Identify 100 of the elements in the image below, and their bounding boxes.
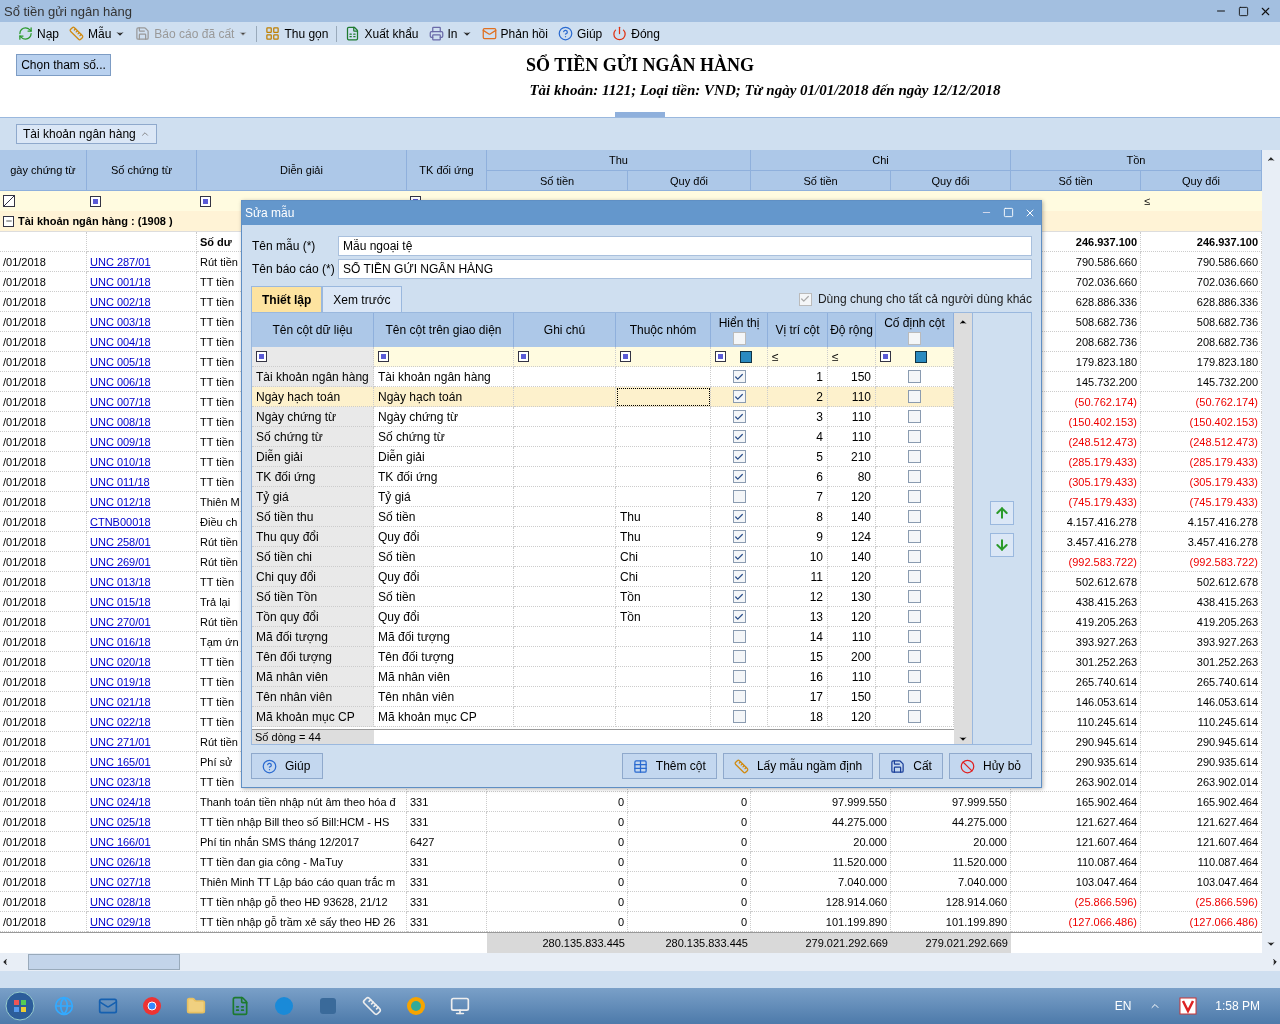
checkbox[interactable] xyxy=(908,390,921,404)
checkbox[interactable] xyxy=(732,470,746,484)
table-row[interactable]: Số tiền chi Số tiền Chi 10 140 xyxy=(252,547,954,568)
column-header[interactable]: Tên cột dữ liệu xyxy=(272,323,353,338)
voucher-link[interactable]: UNC 271/01 xyxy=(90,735,151,748)
vertical-scrollbar[interactable] xyxy=(954,313,972,744)
toolbar-button[interactable]: Giúp xyxy=(553,25,607,42)
table-row[interactable]: Ngày hạch toán Ngày hạch toán 2 110 xyxy=(252,387,954,408)
voucher-link[interactable]: UNC 002/18 xyxy=(90,295,151,308)
checkbox[interactable] xyxy=(732,590,746,604)
column-header[interactable]: Hiển thị xyxy=(718,315,760,330)
vertical-scrollbar[interactable] xyxy=(1262,150,1280,953)
scroll-right-icon[interactable] xyxy=(1270,957,1280,967)
checkbox[interactable] xyxy=(908,331,921,345)
voucher-link[interactable]: UNC 012/18 xyxy=(90,495,151,508)
checkbox[interactable] xyxy=(908,550,921,564)
voucher-link[interactable]: UNC 003/18 xyxy=(90,315,151,328)
filter-operator[interactable]: ≤ xyxy=(1144,195,1151,207)
voucher-link[interactable]: UNC 165/01 xyxy=(90,755,151,768)
voucher-link[interactable]: UNC 028/18 xyxy=(90,895,151,908)
table-row[interactable]: Tên nhân viên Tên nhân viên 17 150 xyxy=(252,687,954,708)
spreadsheet-icon[interactable] xyxy=(230,996,250,1016)
voucher-link[interactable]: UNC 287/01 xyxy=(90,255,151,268)
table-row[interactable]: Số chứng từ Số chứng từ 4 110 xyxy=(252,427,954,448)
checkbox[interactable] xyxy=(732,530,746,544)
voucher-link[interactable]: UNC 020/18 xyxy=(90,655,151,668)
toolbar-button[interactable]: In xyxy=(424,25,476,42)
toolbar-button[interactable]: Mẫu xyxy=(65,25,130,42)
table-row[interactable]: Mã nhân viên Mã nhân viên 16 110 xyxy=(252,667,954,688)
dialog-button[interactable]: Hủy bỏ xyxy=(948,753,1032,779)
voucher-link[interactable]: UNC 005/18 xyxy=(90,355,151,368)
checkbox[interactable] xyxy=(908,450,921,464)
checkbox[interactable] xyxy=(732,410,746,424)
checkbox[interactable] xyxy=(908,710,921,724)
voucher-link[interactable]: UNC 258/01 xyxy=(90,535,151,548)
clear-filter-icon[interactable] xyxy=(3,195,15,207)
checkbox[interactable] xyxy=(908,430,921,444)
dialog-button[interactable]: Giúp xyxy=(251,753,323,779)
voucher-link[interactable]: UNC 019/18 xyxy=(90,675,151,688)
voucher-link[interactable]: UNC 269/01 xyxy=(90,555,151,568)
scroll-left-icon[interactable] xyxy=(0,957,10,967)
move-down-button[interactable] xyxy=(990,532,1014,557)
input-field[interactable]: Mẫu ngoại tệ xyxy=(338,235,1032,256)
voucher-link[interactable]: UNC 013/18 xyxy=(90,575,151,588)
toggle-icon[interactable] xyxy=(915,350,927,363)
checkbox[interactable] xyxy=(732,670,746,684)
tab[interactable]: Xem trước xyxy=(322,286,402,313)
folder-icon[interactable] xyxy=(186,996,206,1016)
checkbox[interactable] xyxy=(908,690,921,704)
checkbox[interactable] xyxy=(908,630,921,644)
voucher-link[interactable]: UNC 022/18 xyxy=(90,715,151,728)
voucher-link[interactable]: UNC 008/18 xyxy=(90,415,151,428)
table-row[interactable]: Diễn giải Diễn giải 5 210 xyxy=(252,447,954,468)
voucher-link[interactable]: UNC 025/18 xyxy=(90,815,151,828)
checkbox[interactable] xyxy=(732,570,746,584)
table-row[interactable]: Tài khoản ngân hàng Tài khoản ngân hàng 1 150 xyxy=(252,367,954,388)
scrollbar-thumb[interactable] xyxy=(28,954,180,970)
voucher-link[interactable]: UNC 010/18 xyxy=(90,455,151,468)
filter-operator[interactable]: ≤ xyxy=(772,349,779,364)
checkbox[interactable] xyxy=(908,470,921,484)
window-icon[interactable] xyxy=(450,996,470,1016)
checkbox[interactable] xyxy=(908,410,921,424)
parameters-button[interactable]: Chọn tham số... xyxy=(16,54,111,76)
checkbox[interactable] xyxy=(732,550,746,564)
checkbox[interactable] xyxy=(732,650,746,664)
checkbox[interactable] xyxy=(732,610,746,624)
voucher-link[interactable]: UNC 023/18 xyxy=(90,775,151,788)
column-header[interactable]: Độ rộng xyxy=(830,323,873,338)
voucher-link[interactable]: CTNB00018 xyxy=(90,515,151,528)
voucher-link[interactable]: UNC 270/01 xyxy=(90,615,151,628)
filter-icon[interactable] xyxy=(200,195,211,207)
checkbox[interactable] xyxy=(908,510,921,524)
maximize-icon[interactable] xyxy=(1002,207,1014,219)
filter-icon[interactable] xyxy=(518,351,529,363)
restore-icon[interactable] xyxy=(1237,5,1249,17)
voucher-link[interactable]: UNC 007/18 xyxy=(90,395,151,408)
group-chip[interactable]: Tài khoản ngân hàng xyxy=(16,124,157,144)
checkbox[interactable] xyxy=(732,630,746,644)
dialog-button[interactable]: Thêm cột xyxy=(621,753,717,779)
column-header[interactable]: Tên cột trên giao diện xyxy=(385,323,502,338)
app-icon[interactable] xyxy=(406,996,426,1016)
checkbox[interactable] xyxy=(908,490,921,504)
filter-icon[interactable] xyxy=(90,195,101,207)
column-header[interactable]: Ghi chú xyxy=(543,323,586,338)
voucher-link[interactable]: UNC 166/01 xyxy=(90,835,151,848)
input-field[interactable]: SỔ TIỀN GỬI NGÂN HÀNG xyxy=(338,259,1032,280)
table-row[interactable]: Tồn quy đổi Quy đổi Tồn 13 120 xyxy=(252,607,954,628)
voucher-link[interactable]: UNC 001/18 xyxy=(90,275,151,288)
table-row[interactable]: TK đối ứng TK đối ứng 6 80 xyxy=(252,467,954,488)
checkbox[interactable] xyxy=(908,530,921,544)
checkbox[interactable] xyxy=(732,490,746,504)
table-row[interactable]: Mã đối tượng Mã đối tượng 14 110 xyxy=(252,627,954,648)
toggle-icon[interactable] xyxy=(740,350,752,363)
toolbar-button[interactable]: Thu gọn xyxy=(261,25,333,42)
checkbox[interactable] xyxy=(798,292,812,306)
checkbox[interactable] xyxy=(732,710,746,724)
table-row[interactable]: Chi quy đổi Quy đổi Chi 11 120 xyxy=(252,567,954,588)
filter-icon[interactable] xyxy=(880,351,891,363)
checkbox[interactable] xyxy=(732,331,746,345)
checkbox[interactable] xyxy=(732,390,746,404)
